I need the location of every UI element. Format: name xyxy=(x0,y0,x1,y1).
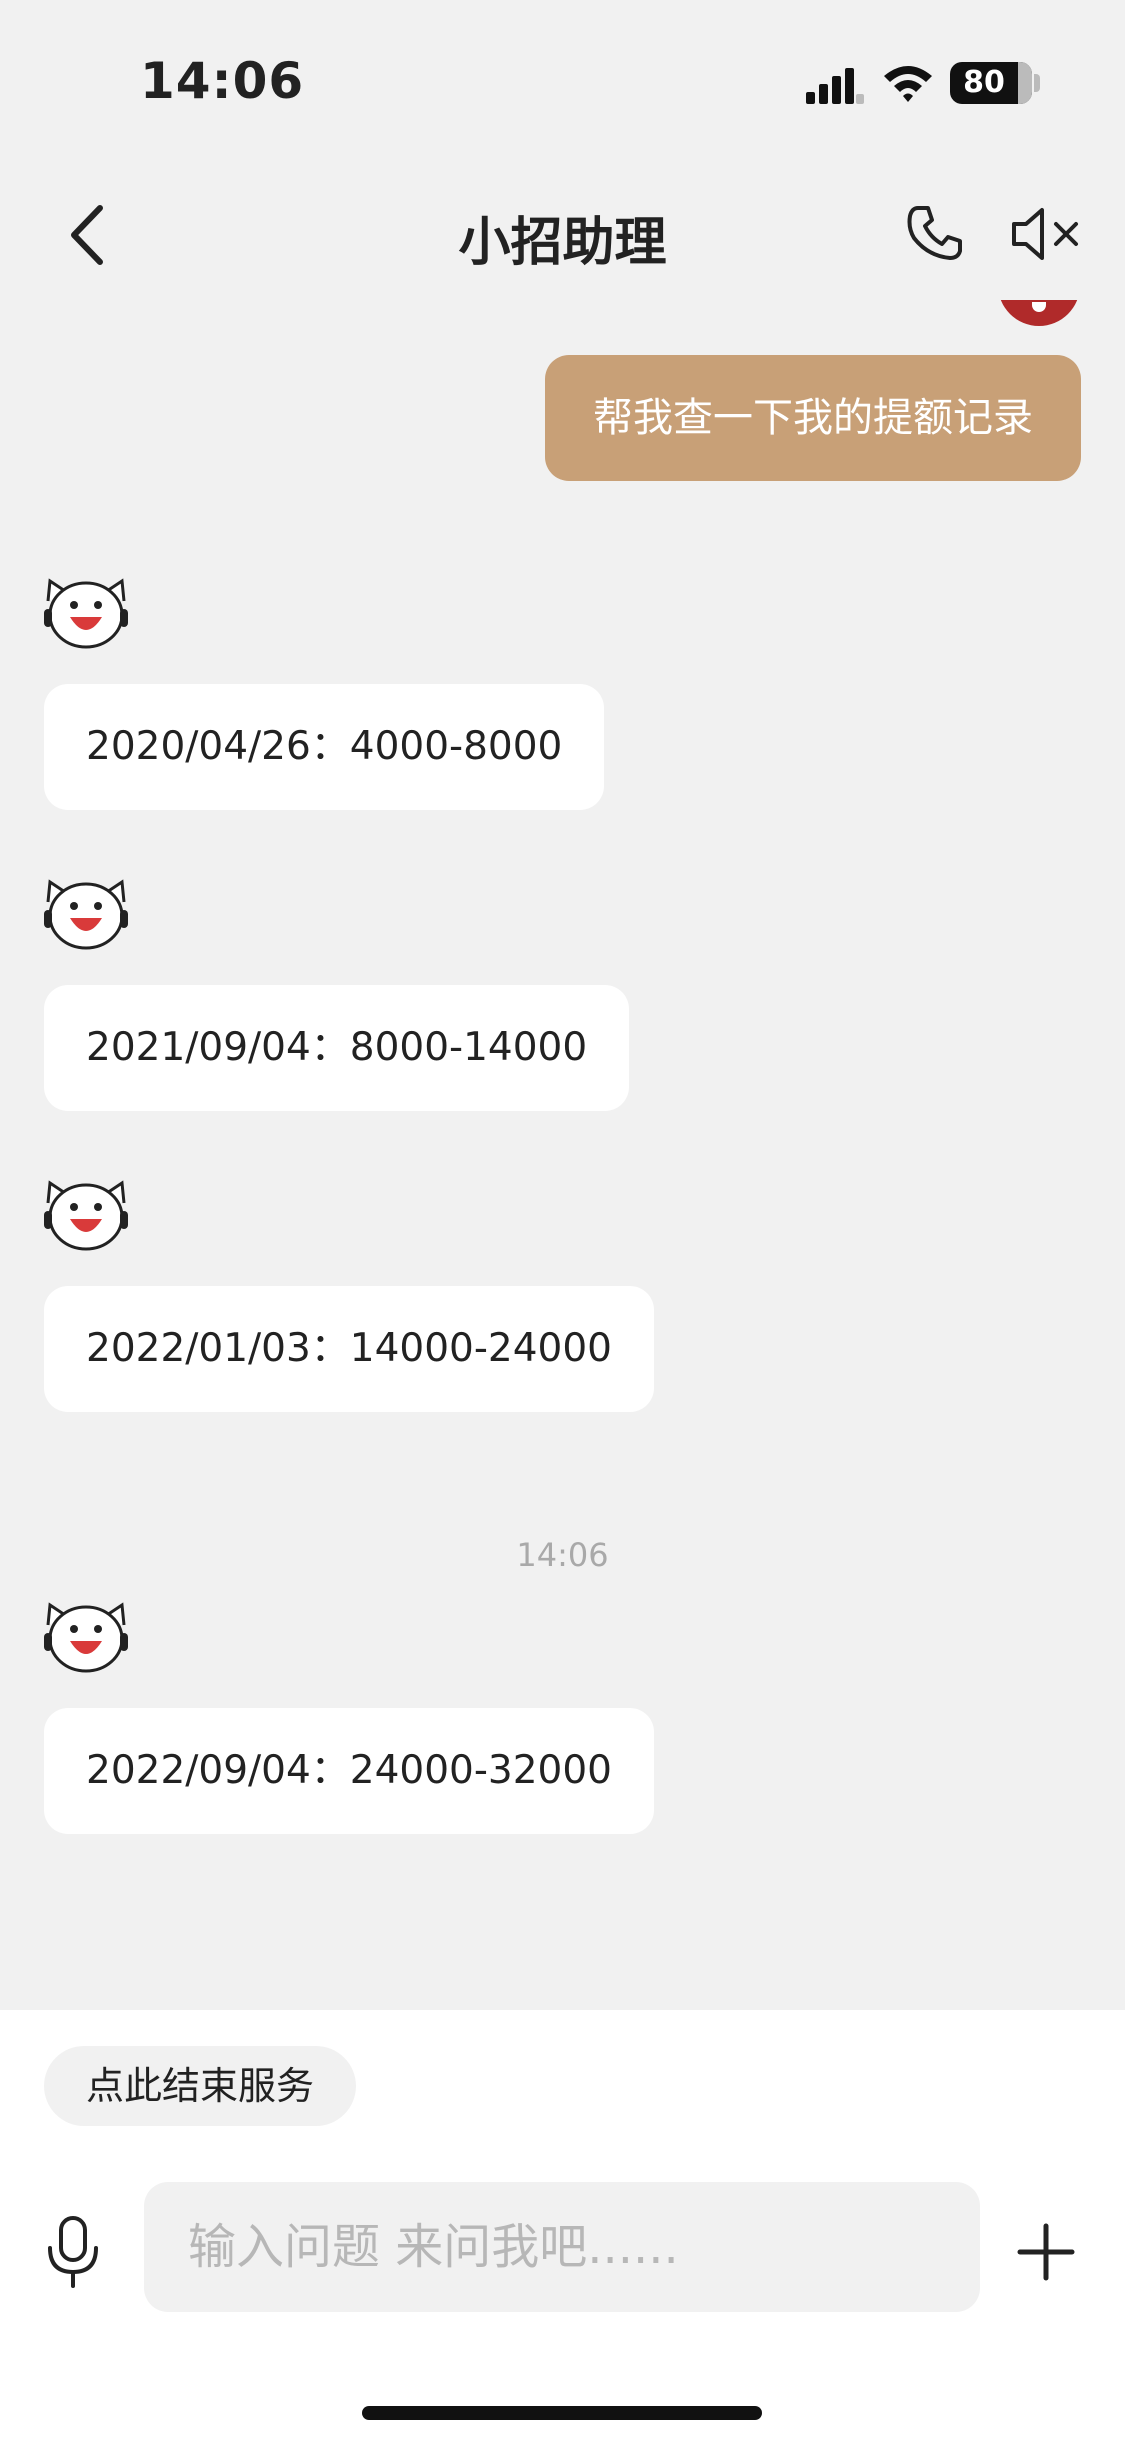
status-time: 14:06 xyxy=(140,52,305,110)
wifi-icon xyxy=(884,66,932,102)
user-message-bubble: 帮我查一下我的提额记录 xyxy=(545,355,1081,481)
bot-mascot-icon xyxy=(44,1602,128,1673)
chat-screen: 14:06 80 小招助理 帮我查一下我的提额记录 2020/04/26：400… xyxy=(0,0,1125,2439)
bot-message-bubble: 2022/09/04：24000-32000 xyxy=(44,1708,654,1834)
microphone-icon[interactable] xyxy=(44,2214,102,2290)
battery-nub xyxy=(1034,74,1040,92)
bot-mascot-icon xyxy=(44,1180,128,1251)
bot-message-bubble: 2022/01/03：14000-24000 xyxy=(44,1286,654,1412)
phone-icon[interactable] xyxy=(904,202,966,264)
home-indicator xyxy=(362,2406,762,2420)
bot-message-bubble: 2021/09/04：8000-14000 xyxy=(44,985,630,1111)
message-input[interactable] xyxy=(144,2182,980,2312)
bot-mascot-icon xyxy=(44,578,128,649)
battery-icon: 80 xyxy=(950,62,1032,104)
plus-icon[interactable] xyxy=(1016,2222,1076,2282)
nav-header: 小招助理 xyxy=(0,170,1125,300)
bottom-input-panel: 点此结束服务 xyxy=(0,2010,1125,2439)
bot-message-bubble: 2020/04/26：4000-8000 xyxy=(44,684,605,810)
chat-timestamp: 14:06 xyxy=(516,1536,609,1574)
status-bar: 14:06 80 xyxy=(0,0,1125,140)
end-service-button[interactable]: 点此结束服务 xyxy=(44,2046,357,2126)
user-avatar xyxy=(998,300,1080,326)
bot-mascot-icon xyxy=(44,879,128,950)
speaker-mute-icon[interactable] xyxy=(1010,206,1082,262)
signal-icon xyxy=(806,68,864,104)
battery-level: 80 xyxy=(963,65,1005,100)
